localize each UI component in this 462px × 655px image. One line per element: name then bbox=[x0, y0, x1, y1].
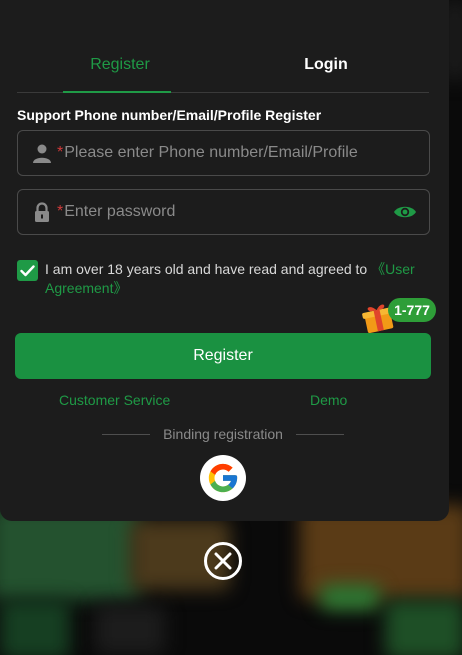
agreement-statement: I am over 18 years old and have read and… bbox=[45, 261, 368, 277]
tab-login-label: Login bbox=[304, 56, 348, 73]
promo-badge: 1-777 bbox=[388, 298, 436, 322]
divider-line bbox=[295, 433, 345, 435]
agreement-row: I am over 18 years old and have read and… bbox=[17, 260, 437, 298]
close-button[interactable] bbox=[204, 542, 242, 580]
register-button[interactable]: Register bbox=[15, 333, 431, 379]
agreement-text: I am over 18 years old and have read and… bbox=[45, 260, 435, 298]
register-modal: Register Login Support Phone number/Emai… bbox=[0, 0, 449, 521]
google-login-button[interactable] bbox=[200, 455, 246, 501]
tab-login[interactable]: Login bbox=[223, 46, 429, 92]
divider-line bbox=[102, 433, 151, 435]
auth-tabs: Register Login bbox=[17, 46, 429, 93]
google-icon bbox=[208, 463, 238, 493]
binding-divider: Binding registration bbox=[102, 426, 345, 442]
section-label: Support Phone number/Email/Profile Regis… bbox=[17, 107, 322, 123]
binding-label: Binding registration bbox=[163, 426, 283, 442]
eye-icon[interactable] bbox=[393, 200, 417, 224]
tab-register-label: Register bbox=[90, 56, 150, 73]
tab-register[interactable]: Register bbox=[17, 46, 223, 93]
account-field[interactable]: * bbox=[17, 130, 430, 176]
password-field[interactable]: * bbox=[17, 189, 430, 235]
password-input[interactable] bbox=[63, 203, 393, 221]
lock-icon bbox=[31, 201, 53, 223]
account-input[interactable] bbox=[63, 144, 429, 162]
demo-link[interactable]: Demo bbox=[310, 392, 347, 408]
customer-service-link[interactable]: Customer Service bbox=[59, 392, 170, 408]
user-icon bbox=[31, 142, 53, 164]
agreement-checkbox[interactable] bbox=[17, 260, 38, 281]
check-icon bbox=[20, 264, 35, 276]
close-icon bbox=[214, 552, 232, 570]
